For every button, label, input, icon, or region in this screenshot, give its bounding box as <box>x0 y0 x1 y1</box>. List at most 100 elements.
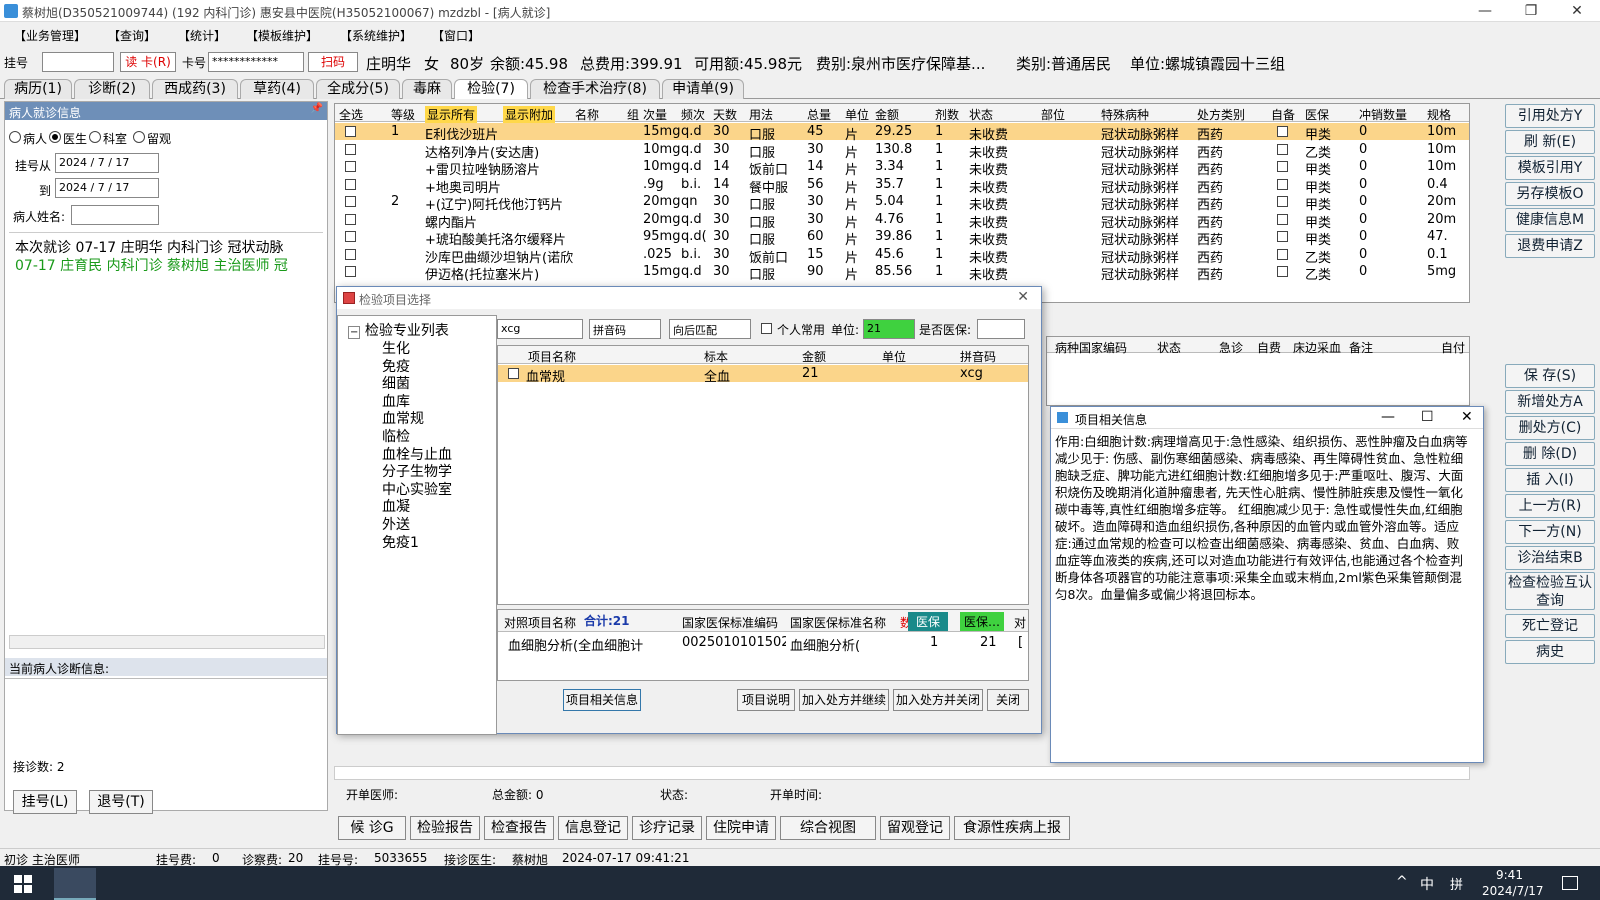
rx-row-checkbox[interactable] <box>345 266 356 277</box>
item-info-button[interactable]: 项目相关信息 <box>563 689 641 711</box>
end-visit-button[interactable]: 诊治结束B <box>1505 546 1595 570</box>
rx-row-checkbox[interactable] <box>345 143 356 155</box>
left-h-scrollbar[interactable] <box>9 635 325 649</box>
rx-self-checkbox[interactable] <box>1277 266 1288 277</box>
col-select-all[interactable]: 全选 <box>339 106 363 123</box>
add-close-button[interactable]: 加入处方并关闭 <box>893 689 983 711</box>
tab-herbal[interactable]: 草药(4) <box>240 79 314 99</box>
menu-stats[interactable]: 【统计】 <box>178 27 226 44</box>
diag-area[interactable] <box>5 678 327 748</box>
rx-self-checkbox[interactable] <box>1277 161 1288 172</box>
menu-query[interactable]: 【查询】 <box>108 27 156 44</box>
item-row[interactable]: 血常规 全血 21 xcg <box>498 365 1028 385</box>
rx-row-checkbox[interactable] <box>345 161 356 172</box>
ime-mode[interactable]: 拼 <box>1450 874 1463 893</box>
info-maximize[interactable]: ☐ <box>1421 409 1434 425</box>
rx-self-checkbox[interactable] <box>1277 126 1288 137</box>
maximize-button[interactable]: ❐ <box>1508 0 1554 22</box>
info-close[interactable]: ✕ <box>1461 409 1473 425</box>
waiting-button[interactable]: 候 诊G <box>338 816 406 840</box>
reg-input[interactable] <box>42 52 114 72</box>
save-template-button[interactable]: 另存模板O <box>1505 182 1595 206</box>
reg-from-date[interactable]: 2024 / 7 / 17 <box>55 153 159 173</box>
notification-icon[interactable] <box>1562 876 1578 890</box>
tree-item-current-visit[interactable]: 本次就诊 07-17 庄明华 内科门诊 冠状动脉 <box>15 237 283 257</box>
prev-prescription-button[interactable]: 上一方(R) <box>1505 494 1595 518</box>
unregister-button[interactable]: 退号(T) <box>89 790 153 814</box>
lab-report-button[interactable]: 检验报告 <box>410 816 480 840</box>
radio-department[interactable] <box>89 131 101 143</box>
radio-doctor[interactable] <box>49 131 61 143</box>
register-button[interactable]: 挂号(L) <box>13 790 77 814</box>
rx-row-checkbox[interactable] <box>345 231 356 242</box>
rx-row-checkbox[interactable] <box>345 178 356 190</box>
refresh-button[interactable]: 刷 新(E) <box>1505 130 1595 154</box>
radio-observation[interactable] <box>133 131 145 143</box>
delete-prescription-button[interactable]: 删处方(C) <box>1505 416 1595 440</box>
item-desc-button[interactable]: 项目说明 <box>737 689 795 711</box>
tree-item-lab-category[interactable]: 免疫1 <box>382 532 419 552</box>
main-h-scrollbar[interactable] <box>334 766 1470 780</box>
refund-request-button[interactable]: 退费申请Z <box>1505 234 1595 258</box>
rx-row[interactable]: 沙库巴曲缬沙坦钠片(诺欣 .025 b.i. 30 饭前口 15 片 45.6 1 未收费 冠状动脉… <box>335 246 1469 266</box>
tab-diagnosis[interactable]: 诊断(2) <box>74 79 150 99</box>
col-show-extra[interactable]: 显示附加 <box>503 106 556 123</box>
tree-root[interactable]: − 检验专业列表 <box>348 320 449 340</box>
rx-row[interactable]: 1 E利伐沙班片 15mg q.d 30 口服 45 片 29.25 1 未收费 冠状动脉粥样 西药 甲类… <box>335 123 1469 143</box>
mode-select[interactable]: 拼音码 <box>589 319 661 339</box>
tab-full-ingredient[interactable]: 全成分(5) <box>316 79 400 99</box>
menu-business[interactable]: 【业务管理】 <box>14 27 86 44</box>
rx-row-checkbox[interactable] <box>345 126 356 137</box>
rx-self-checkbox[interactable] <box>1277 143 1288 155</box>
tab-record[interactable]: 病历(1) <box>4 79 72 99</box>
pin-icon[interactable]: 📌 <box>311 103 323 114</box>
rx-self-checkbox[interactable] <box>1277 196 1288 207</box>
health-info-button[interactable]: 健康信息M <box>1505 208 1595 232</box>
save-button[interactable]: 保 存(S) <box>1505 364 1595 388</box>
reg-to-date[interactable]: 2024 / 7 / 17 <box>55 178 159 198</box>
rx-row[interactable]: 螺内酯片 20mg q.d 30 口服 30 片 4.76 1 未收费 冠状动脉粥样 西药 甲类 0 20m <box>335 211 1469 231</box>
new-prescription-button[interactable]: 新增处方A <box>1505 390 1595 414</box>
rx-row[interactable]: 2 +(辽宁)阿托伐他汀钙片 20mg qn 30 口服 30 片 5.04 1 未收费 冠状动脉粥样… <box>335 193 1469 213</box>
inpatient-request-button[interactable]: 住院申请 <box>706 816 776 840</box>
match-select[interactable]: 向后匹配 <box>669 319 751 339</box>
rx-self-checkbox[interactable] <box>1277 231 1288 242</box>
rx-row[interactable]: 伊迈格(托拉塞米片) 15mg q.d 30 口服 90 片 85.56 1 未收费 冠状动脉粥样 西… <box>335 263 1469 283</box>
tab-lab[interactable]: 检验(7) <box>454 79 528 99</box>
menu-template[interactable]: 【模板维护】 <box>246 27 318 44</box>
death-register-button[interactable]: 死亡登记 <box>1505 614 1595 638</box>
tab-exam-surgery[interactable]: 检查手术治疗(8) <box>530 79 660 99</box>
read-card-button[interactable]: 读 卡(R) <box>120 52 176 72</box>
tab-western-medicine[interactable]: 西成药(3) <box>152 79 238 99</box>
item-row-checkbox[interactable] <box>508 368 519 379</box>
add-continue-button[interactable]: 加入处方并继续 <box>799 689 889 711</box>
rx-row[interactable]: 达格列净片(安达唐) 10mg q.d 30 口服 30 片 130.8 1 未收费 冠状动脉粥样西… <box>335 141 1469 161</box>
treatment-record-button[interactable]: 诊疗记录 <box>632 816 702 840</box>
radio-patient[interactable] <box>9 131 21 143</box>
rx-row-checkbox[interactable] <box>345 213 356 225</box>
rx-self-checkbox[interactable] <box>1277 178 1288 190</box>
insurance-field[interactable] <box>977 319 1025 339</box>
cite-prescription-button[interactable]: 引用处方Y <box>1505 104 1595 128</box>
minimize-button[interactable]: — <box>1462 0 1508 22</box>
rx-row-checkbox[interactable] <box>345 248 356 260</box>
ime-label[interactable]: 中 <box>1420 874 1434 894</box>
info-minimize[interactable]: — <box>1381 409 1395 425</box>
app-taskbar-icon[interactable] <box>54 868 96 900</box>
dialog-close-button[interactable]: 关闭 <box>987 689 1029 711</box>
tab-application[interactable]: 申请单(9) <box>662 79 744 99</box>
observation-register-button[interactable]: 留观登记 <box>880 816 950 840</box>
close-button[interactable]: ✕ <box>1554 0 1600 22</box>
tray-chevron-icon[interactable]: ^ <box>1396 874 1408 890</box>
insert-button[interactable]: 插 入(I) <box>1505 468 1595 492</box>
dialog-close-icon[interactable]: ✕ <box>1017 289 1029 305</box>
tree-item-history-visit[interactable]: 07-17 庄育民 内科门诊 蔡树旭 主治医师 冠 <box>15 255 288 275</box>
history-button[interactable]: 病史 <box>1505 640 1595 664</box>
col-show-all[interactable]: 显示所有 <box>425 106 478 123</box>
personal-checkbox[interactable] <box>761 323 772 334</box>
rx-row[interactable]: +雷贝拉唑钠肠溶片 10mg q.d 14 饭前口 14 片 3.34 1 未收费 冠状动脉粥样 西药… <box>335 158 1469 178</box>
compare-row[interactable]: 血细胞分析(全血细胞计 00250101015020 血细胞分析( 1 21 [ <box>498 634 1028 654</box>
rx-self-checkbox[interactable] <box>1277 248 1288 260</box>
rx-row[interactable]: +地奥司明片 .9g b.i. 14 餐中服 56 片 35.7 1 未收费 冠状动脉粥样 西药 甲类 0… <box>335 176 1469 196</box>
foodborne-report-button[interactable]: 食源性疾病上报 <box>954 816 1070 840</box>
